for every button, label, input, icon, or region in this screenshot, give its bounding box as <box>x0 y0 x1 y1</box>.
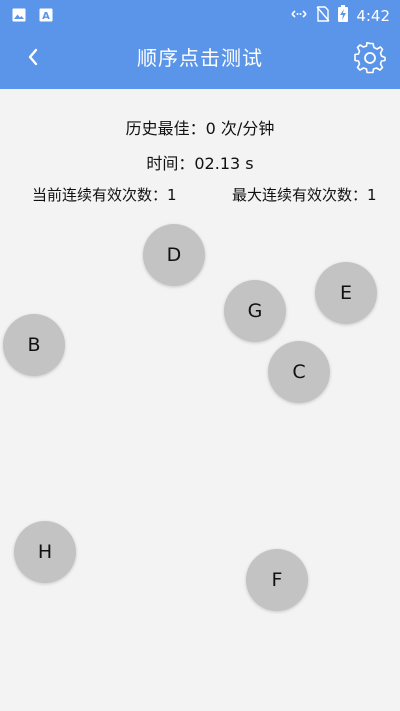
target-circle-h[interactable]: H <box>14 521 76 583</box>
target-circle-f[interactable]: F <box>246 549 308 611</box>
svg-text:A: A <box>42 11 50 22</box>
gear-icon <box>354 41 386 78</box>
chevron-left-icon <box>27 48 39 70</box>
settings-button[interactable] <box>354 41 386 74</box>
image-icon <box>12 7 26 26</box>
back-button[interactable] <box>16 45 50 73</box>
max-streak-text: 最大连续有效次数：1 <box>232 186 377 204</box>
data-sync-icon <box>290 6 308 25</box>
target-circle-d[interactable]: D <box>143 224 205 286</box>
font-icon: A <box>39 7 53 26</box>
best-score-text: 历史最佳：0 次/分钟 <box>125 119 275 138</box>
target-circle-b[interactable]: B <box>3 314 65 376</box>
target-circle-e[interactable]: E <box>315 262 377 324</box>
battery-charging-icon <box>338 5 349 26</box>
no-sim-icon <box>316 5 330 26</box>
status-bar: A 4:42 <box>0 0 400 28</box>
app-header: A 4:42 顺序点击测试 <box>0 0 400 89</box>
page-title: 顺序点击测试 <box>137 46 263 70</box>
status-time: 4:42 <box>356 6 390 25</box>
target-circle-c[interactable]: C <box>268 341 330 403</box>
target-circle-g[interactable]: G <box>224 280 286 342</box>
elapsed-time-text: 时间：02.13 s <box>146 154 254 173</box>
toolbar: 顺序点击测试 <box>0 28 400 89</box>
current-streak-text: 当前连续有效次数：1 <box>32 186 177 204</box>
